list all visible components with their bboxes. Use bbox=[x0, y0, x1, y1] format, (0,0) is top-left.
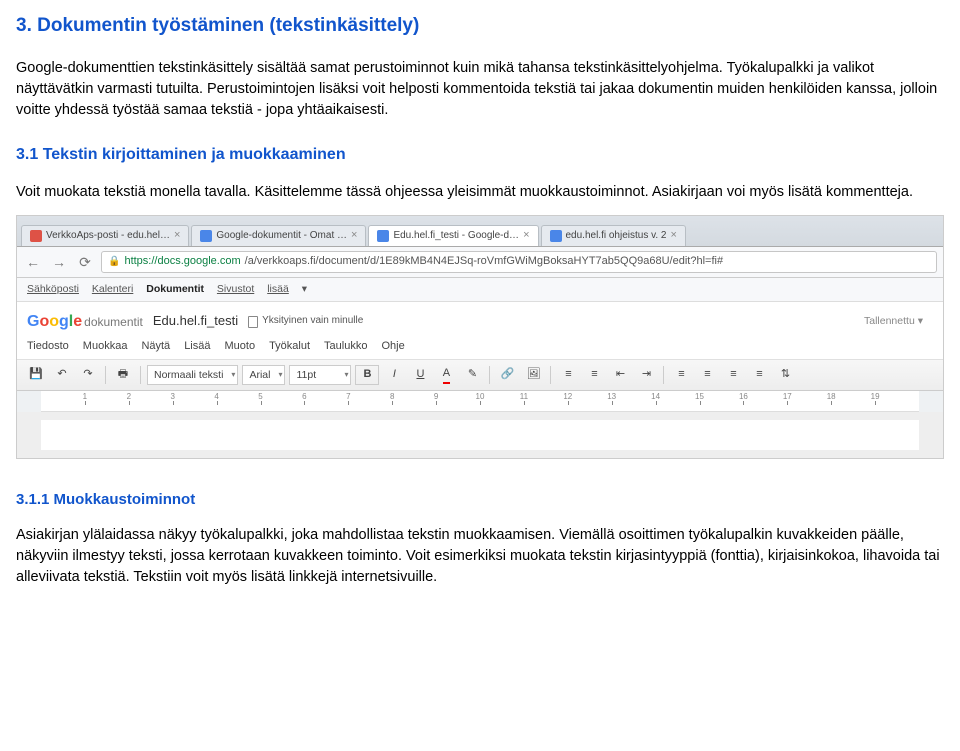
ruler[interactable]: 12345678910111213141516171819 bbox=[41, 391, 919, 412]
separator bbox=[489, 366, 490, 384]
lock-icon: 🔒 bbox=[108, 255, 120, 270]
menu-tools[interactable]: Työkalut bbox=[269, 339, 310, 355]
tab-label: edu.hel.fi ohjeistus v. 2 bbox=[566, 229, 667, 244]
align-left-button[interactable]: ≡ bbox=[670, 366, 692, 384]
undo-button[interactable]: ↶ bbox=[51, 366, 73, 384]
menu-format[interactable]: Muoto bbox=[224, 339, 255, 355]
svc-link-docs[interactable]: Dokumentit bbox=[146, 283, 204, 295]
docs-menubar: Tiedosto Muokkaa Näytä Lisää Muoto Työka… bbox=[17, 335, 943, 360]
svc-link-sites[interactable]: Sivustot bbox=[217, 283, 254, 295]
save-button[interactable]: 💾 bbox=[25, 366, 47, 384]
bold-button[interactable]: B bbox=[355, 365, 379, 385]
paragraph-3-1-1: Asiakirjan ylälaidassa näkyy työkalupalk… bbox=[16, 525, 944, 588]
print-button[interactable]: 🖶 bbox=[112, 366, 134, 384]
svc-link-mail[interactable]: Sähköposti bbox=[27, 283, 79, 295]
numbered-list-button[interactable]: ≡ bbox=[557, 366, 579, 384]
browser-tab[interactable]: VerkkoAps-posti - edu.hel… × bbox=[21, 225, 189, 246]
svc-link-more[interactable]: lisää ▾ bbox=[267, 283, 307, 295]
svc-link-calendar[interactable]: Kalenteri bbox=[92, 283, 133, 295]
tab-label: Edu.hel.fi_testi - Google-d… bbox=[393, 229, 519, 244]
close-icon[interactable]: × bbox=[523, 228, 529, 244]
align-right-button[interactable]: ≡ bbox=[722, 366, 744, 384]
underline-button[interactable]: U bbox=[409, 366, 431, 384]
linespacing-button[interactable]: ⇅ bbox=[774, 366, 796, 384]
paragraph-3-1: Voit muokata tekstiä monella tavalla. Kä… bbox=[16, 182, 944, 203]
tab-label: VerkkoAps-posti - edu.hel… bbox=[46, 229, 170, 244]
outdent-button[interactable]: ⇤ bbox=[609, 366, 631, 384]
style-select[interactable]: Normaali teksti bbox=[147, 365, 238, 385]
heading-section-3-1-1: 3.1.1 Muokkaustoiminnot bbox=[16, 489, 944, 511]
back-button[interactable]: ← bbox=[23, 252, 43, 272]
heading-section-3-1: 3.1 Tekstin kirjoittaminen ja muokkaamin… bbox=[16, 143, 944, 166]
browser-tab-active[interactable]: Edu.hel.fi_testi - Google-d… × bbox=[368, 225, 538, 246]
align-justify-button[interactable]: ≡ bbox=[748, 366, 770, 384]
link-button[interactable]: 🔗 bbox=[496, 366, 518, 384]
docs-icon bbox=[550, 230, 562, 242]
separator bbox=[140, 366, 141, 384]
indent-button[interactable]: ⇥ bbox=[635, 366, 657, 384]
reload-button[interactable]: ⟳ bbox=[75, 252, 95, 272]
tab-label: Google-dokumentit - Omat … bbox=[216, 229, 347, 244]
url-path: /a/verkkoaps.fi/document/d/1E89kMB4N4EJS… bbox=[245, 254, 723, 270]
textcolor-button[interactable]: A bbox=[435, 366, 457, 384]
lock-icon bbox=[248, 316, 258, 328]
menu-insert[interactable]: Lisää bbox=[184, 339, 210, 355]
image-button[interactable]: 🖼 bbox=[522, 366, 544, 384]
menu-table[interactable]: Taulukko bbox=[324, 339, 367, 355]
menu-help[interactable]: Ohje bbox=[381, 339, 404, 355]
document-canvas[interactable] bbox=[17, 412, 943, 458]
forward-button[interactable]: → bbox=[49, 252, 69, 272]
docs-icon bbox=[377, 230, 389, 242]
separator bbox=[663, 366, 664, 384]
docs-title-row: Googledokumentit Edu.hel.fi_testi Yksity… bbox=[17, 302, 943, 335]
separator bbox=[550, 366, 551, 384]
browser-tabstrip: VerkkoAps-posti - edu.hel… × Google-dokum… bbox=[17, 216, 943, 247]
heading-section-3: 3. Dokumentin työstäminen (tekstinkäsitt… bbox=[16, 12, 944, 40]
close-icon[interactable]: × bbox=[174, 228, 180, 244]
docs-icon bbox=[200, 230, 212, 242]
google-services-bar: Sähköposti Kalenteri Dokumentit Sivustot… bbox=[17, 278, 943, 302]
google-logo: Googledokumentit bbox=[27, 310, 143, 333]
document-name[interactable]: Edu.hel.fi_testi bbox=[153, 312, 238, 331]
align-center-button[interactable]: ≡ bbox=[696, 366, 718, 384]
fontsize-select[interactable]: 11pt bbox=[289, 365, 351, 385]
close-icon[interactable]: × bbox=[351, 228, 357, 244]
font-select[interactable]: Arial bbox=[242, 365, 285, 385]
url-host: https://docs.google.com bbox=[124, 254, 240, 270]
docs-toolbar: 💾 ↶ ↷ 🖶 Normaali teksti Arial 11pt B I U… bbox=[17, 360, 943, 391]
gmail-icon bbox=[30, 230, 42, 242]
menu-file[interactable]: Tiedosto bbox=[27, 339, 69, 355]
paragraph-intro: Google-dokumenttien tekstinkäsittely sis… bbox=[16, 58, 944, 121]
close-icon[interactable]: × bbox=[671, 228, 677, 244]
menu-view[interactable]: Näytä bbox=[141, 339, 170, 355]
separator bbox=[105, 366, 106, 384]
save-status: Tallennettu ▾ bbox=[864, 314, 923, 329]
redo-button[interactable]: ↷ bbox=[77, 366, 99, 384]
bullet-list-button[interactable]: ≡ bbox=[583, 366, 605, 384]
browser-addressbar: ← → ⟳ 🔒 https://docs.google.com/a/verkko… bbox=[17, 247, 943, 278]
privacy-indicator[interactable]: Yksityinen vain minulle bbox=[248, 314, 363, 329]
url-field[interactable]: 🔒 https://docs.google.com/a/verkkoaps.fi… bbox=[101, 251, 937, 273]
menu-edit[interactable]: Muokkaa bbox=[83, 339, 128, 355]
browser-tab[interactable]: Google-dokumentit - Omat … × bbox=[191, 225, 366, 246]
browser-tab[interactable]: edu.hel.fi ohjeistus v. 2 × bbox=[541, 225, 686, 246]
highlight-button[interactable]: ✎ bbox=[461, 366, 483, 384]
embedded-screenshot: VerkkoAps-posti - edu.hel… × Google-dokum… bbox=[16, 215, 944, 459]
italic-button[interactable]: I bbox=[383, 366, 405, 384]
